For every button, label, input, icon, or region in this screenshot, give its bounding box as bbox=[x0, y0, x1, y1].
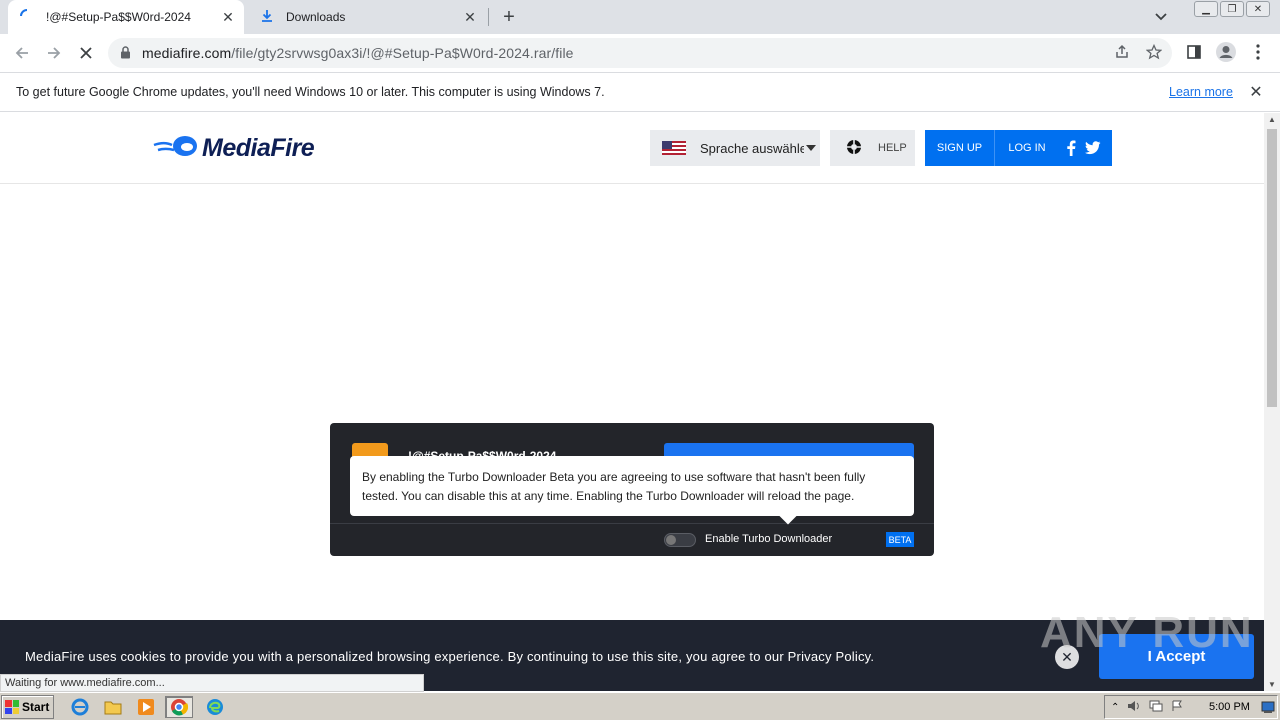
taskbar-clock[interactable]: 5:00 PM bbox=[1209, 701, 1250, 713]
media-player-icon[interactable] bbox=[132, 696, 160, 718]
stop-loading-button[interactable] bbox=[73, 40, 99, 66]
start-button[interactable]: Start bbox=[1, 695, 54, 719]
lock-icon[interactable] bbox=[120, 46, 131, 64]
tab-close-icon[interactable]: ✕ bbox=[218, 7, 238, 27]
loading-spinner-icon bbox=[20, 8, 34, 26]
internet-explorer-icon[interactable] bbox=[66, 696, 94, 718]
chrome-taskbar-icon[interactable] bbox=[165, 696, 193, 718]
cookie-text: MediaFire uses cookies to provide you wi… bbox=[25, 649, 875, 664]
twitter-icon[interactable] bbox=[1083, 130, 1103, 166]
auth-bar: SIGN UP LOG IN bbox=[925, 130, 1112, 166]
tooltip-text: By enabling the Turbo Downloader Beta yo… bbox=[362, 470, 866, 503]
windows-taskbar: Start ⌃ 5:00 PM bbox=[0, 692, 1280, 720]
show-desktop-icon[interactable] bbox=[1261, 700, 1275, 717]
tab-setup-file[interactable]: !@#Setup-Pa$$W0rd-2024 ✕ bbox=[8, 0, 244, 34]
update-infobar: To get future Google Chrome updates, you… bbox=[0, 72, 1280, 112]
new-tab-button[interactable]: + bbox=[498, 6, 520, 28]
log-in-button[interactable]: LOG IN bbox=[995, 130, 1059, 166]
tab-label: Downloads bbox=[286, 10, 346, 24]
profile-avatar-icon[interactable] bbox=[1214, 40, 1238, 64]
page-scrollbar[interactable]: ▲ ▼ bbox=[1264, 113, 1280, 691]
tab-strip: !@#Setup-Pa$$W0rd-2024 ✕ Downloads ✕ + ▁… bbox=[0, 0, 1280, 34]
facebook-icon[interactable] bbox=[1061, 130, 1081, 166]
beta-badge: BETA bbox=[886, 532, 914, 547]
card-divider bbox=[330, 523, 934, 524]
edge-icon[interactable] bbox=[201, 696, 229, 718]
side-panel-icon[interactable] bbox=[1182, 40, 1206, 64]
restore-button[interactable]: ❐ bbox=[1220, 1, 1244, 17]
windows-logo-icon bbox=[5, 700, 19, 714]
scroll-down-arrow-icon[interactable]: ▼ bbox=[1268, 680, 1276, 689]
learn-more-link[interactable]: Learn more bbox=[1169, 85, 1233, 99]
dropdown-caret-icon bbox=[806, 145, 816, 151]
toggle-knob bbox=[666, 535, 676, 545]
turbo-tooltip: By enabling the Turbo Downloader Beta yo… bbox=[350, 456, 914, 525]
language-selector[interactable]: Sprache auswählen bbox=[650, 130, 820, 166]
mediafire-logo[interactable]: MediaFire bbox=[152, 133, 315, 164]
tab-search-chevron-icon[interactable] bbox=[1150, 6, 1172, 28]
help-label: HELP bbox=[878, 142, 907, 154]
scroll-thumb[interactable] bbox=[1267, 129, 1277, 407]
infobar-message: To get future Google Chrome updates, you… bbox=[16, 85, 605, 99]
bookmark-star-icon[interactable] bbox=[1142, 40, 1166, 64]
volume-icon[interactable] bbox=[1127, 700, 1141, 715]
download-icon bbox=[260, 9, 274, 26]
share-icon[interactable] bbox=[1110, 40, 1134, 64]
logo-wordmark: MediaFire bbox=[202, 134, 315, 162]
web-page: MediaFire Sprache auswählen HELP SIGN UP bbox=[0, 113, 1264, 691]
flame-logo-icon bbox=[152, 133, 198, 164]
anyrun-watermark: ANY RUN bbox=[1040, 608, 1254, 657]
turbo-downloader-toggle[interactable] bbox=[664, 533, 696, 547]
window-controls: ▁ ❐ ✕ bbox=[1194, 1, 1270, 17]
tab-close-icon[interactable]: ✕ bbox=[460, 7, 480, 27]
url-host: mediafire.com bbox=[142, 45, 232, 61]
language-label: Sprache auswählen bbox=[700, 140, 804, 156]
back-button[interactable] bbox=[9, 40, 35, 66]
scroll-up-arrow-icon[interactable]: ▲ bbox=[1268, 115, 1276, 124]
tray-expand-icon[interactable]: ⌃ bbox=[1111, 702, 1119, 713]
file-explorer-icon[interactable] bbox=[99, 696, 127, 718]
help-button[interactable]: HELP bbox=[830, 130, 915, 166]
menu-kebab-icon[interactable] bbox=[1246, 40, 1270, 64]
start-label: Start bbox=[22, 700, 50, 714]
minimize-button[interactable]: ▁ bbox=[1194, 1, 1218, 17]
url-path: /file/gty2srvwsg0ax3i/!@#Setup-Pa$W0rd-2… bbox=[231, 45, 574, 61]
infobar-close-icon[interactable]: ✕ bbox=[1246, 82, 1266, 102]
mediafire-header: MediaFire Sprache auswählen HELP SIGN UP bbox=[0, 113, 1264, 184]
tab-separator bbox=[488, 8, 489, 26]
tab-downloads[interactable]: Downloads ✕ bbox=[250, 0, 486, 34]
url-text: mediafire.com/file/gty2srvwsg0ax3i/!@#Se… bbox=[142, 45, 574, 61]
tab-label: !@#Setup-Pa$$W0rd-2024 bbox=[46, 10, 191, 24]
forward-button[interactable] bbox=[41, 40, 67, 66]
action-center-flag-icon[interactable] bbox=[1171, 700, 1183, 715]
us-flag-icon bbox=[662, 141, 686, 155]
close-window-button[interactable]: ✕ bbox=[1246, 1, 1270, 17]
system-tray: ⌃ 5:00 PM bbox=[1104, 695, 1278, 719]
address-bar[interactable]: mediafire.com/file/gty2srvwsg0ax3i/!@#Se… bbox=[108, 38, 1172, 68]
lifebuoy-icon bbox=[846, 139, 862, 158]
network-icon[interactable] bbox=[1149, 700, 1163, 715]
sign-up-button[interactable]: SIGN UP bbox=[925, 130, 995, 166]
status-bubble: Waiting for www.mediafire.com... bbox=[0, 674, 424, 692]
turbo-downloader-label: Enable Turbo Downloader bbox=[705, 533, 833, 545]
